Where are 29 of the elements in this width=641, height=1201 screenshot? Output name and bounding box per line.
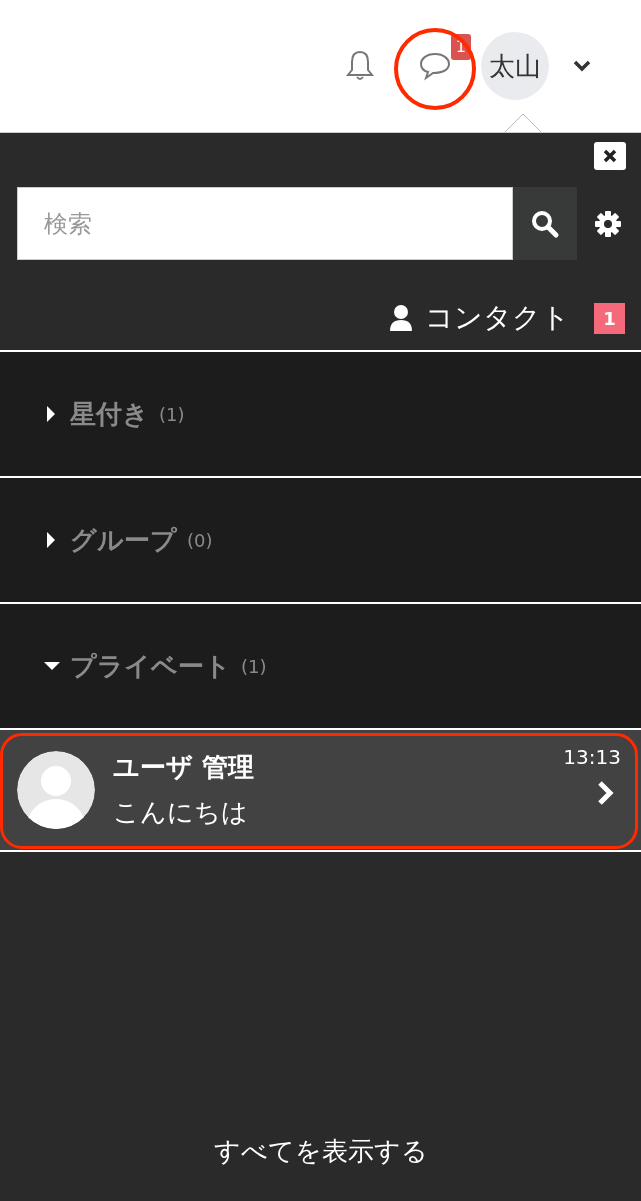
person-icon bbox=[389, 304, 413, 332]
section-header[interactable]: 星付き (1) bbox=[0, 352, 641, 478]
message-time: 13:13 bbox=[563, 744, 621, 771]
section-title: グループ bbox=[70, 523, 177, 557]
chevron-right-icon bbox=[597, 780, 615, 806]
search-field[interactable]: 検索 bbox=[17, 187, 513, 260]
section-count: (1) bbox=[159, 402, 185, 427]
contacts-count-badge: 1 bbox=[594, 302, 625, 334]
section-header[interactable]: プライベート (1) bbox=[0, 604, 641, 730]
speech-bubble-icon[interactable] bbox=[418, 51, 452, 81]
bell-icon[interactable] bbox=[345, 49, 375, 83]
conversation-item[interactable]: ユーザ 管理 こんにちは 13:13 bbox=[0, 730, 641, 852]
settings-icon[interactable] bbox=[594, 209, 622, 238]
close-icon bbox=[602, 148, 618, 164]
view-all-link[interactable]: すべてを表示する bbox=[213, 1132, 428, 1171]
section-count: (1) bbox=[241, 654, 267, 679]
user-avatar[interactable]: 太山 bbox=[481, 32, 549, 100]
search-button[interactable] bbox=[513, 187, 577, 260]
close-button[interactable] bbox=[594, 142, 626, 170]
section-count: (0) bbox=[187, 528, 213, 553]
section-title: プライベート bbox=[70, 649, 231, 683]
contacts-label[interactable]: コンタクト bbox=[425, 297, 570, 339]
section-title: 星付き bbox=[70, 397, 149, 431]
search-icon bbox=[530, 208, 560, 239]
section-header[interactable]: グループ (0) bbox=[0, 478, 641, 604]
contact-name: ユーザ 管理 bbox=[113, 751, 256, 784]
chevron-down-icon[interactable] bbox=[573, 60, 591, 72]
avatar-icon bbox=[17, 751, 95, 829]
message-preview: こんにちは bbox=[113, 796, 249, 829]
